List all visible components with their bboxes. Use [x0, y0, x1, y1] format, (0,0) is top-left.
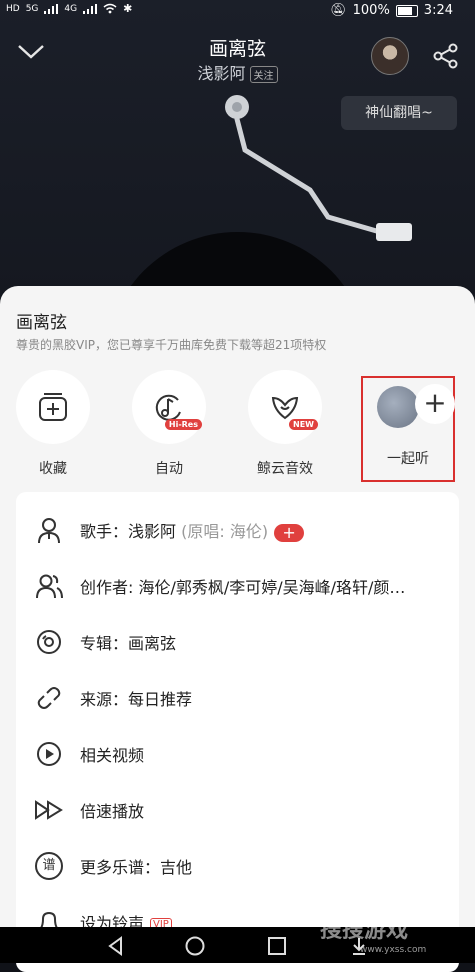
menu-item-label: 来源：每日推荐 [80, 690, 193, 709]
artist-name[interactable]: 浅影阿 [197, 64, 245, 83]
score-icon: 谱 [34, 851, 64, 881]
listen-together-avatar [377, 386, 419, 428]
singer-text: 歌手：浅影阿 [80, 522, 177, 541]
menu-item-video[interactable]: 相关视频 [16, 726, 459, 782]
collect-icon [39, 393, 67, 421]
menu-item-source[interactable]: 来源：每日推荐 [16, 670, 459, 726]
new-badge: NEW [289, 419, 318, 430]
battery-percent: 100% [352, 3, 390, 18]
menu-item-creators[interactable]: 创作者: 海伦/郭秀枫/李可婷/吴海峰/珞轩/颜… [16, 558, 459, 614]
song-options-menu: 歌手：浅影阿 (原唱: 海伦) + 创作者: 海伦/郭秀枫/李可婷/吴海峰/珞轩/… [16, 492, 459, 972]
wifi-icon [103, 3, 117, 14]
watermark-logo: 搜搜游戏 [320, 918, 409, 943]
status-signal-group: HD 5G 4G ✱ [6, 2, 132, 15]
menu-item-album[interactable]: 专辑：画离弦 [16, 614, 459, 670]
song-menu-sheet: 画离弦 尊贵的黑胶VIP，您已尊享千万曲库免费下载等超21项特权 收藏 Hi-R… [0, 286, 475, 972]
video-icon [34, 739, 64, 769]
hires-badge: Hi-Res [164, 419, 202, 430]
whale-sound-circle: NEW [248, 370, 322, 444]
menu-item-singer[interactable]: 歌手：浅影阿 (原唱: 海伦) + [16, 502, 459, 558]
sheet-title: 画离弦 [16, 313, 67, 333]
share-icon[interactable] [432, 42, 460, 70]
mute-icon: 🔕︎ [330, 3, 347, 18]
clock: 3:24 [423, 3, 453, 18]
4g-label: 4G [64, 3, 78, 14]
menu-item-score[interactable]: 谱 更多乐谱：吉他 [16, 838, 459, 894]
battery-icon [395, 4, 418, 17]
album-icon [34, 627, 64, 657]
collect-label: 收藏 [39, 461, 67, 477]
5g-label: 5G [25, 3, 39, 14]
menu-item-label: 创作者: 海伦/郭秀枫/李可婷/吴海峰/珞轩/颜… [80, 578, 406, 597]
recents-nav-icon[interactable] [266, 935, 288, 957]
speed-icon [34, 795, 64, 825]
menu-item-label: 歌手：浅影阿 (原唱: 海伦) + [80, 518, 305, 542]
audio-quality-button[interactable]: Hi-Res 自动 [124, 370, 214, 478]
status-right-group: 🔕︎ 100% 3:24 [330, 3, 453, 18]
audio-quality-label: 自动 [155, 461, 183, 477]
menu-item-label: 倍速播放 [80, 802, 145, 821]
source-icon [34, 683, 64, 713]
menu-item-label: 专辑：画离弦 [80, 634, 177, 653]
home-nav-icon[interactable] [184, 935, 206, 957]
status-bar: HD 5G 4G ✱ 🔕︎ 100% 3:24 [0, 0, 475, 22]
bluetooth-icon: ✱ [123, 2, 133, 15]
menu-item-speed[interactable]: 倍速播放 [16, 782, 459, 838]
listen-together-button[interactable]: + 一起听 [361, 376, 455, 482]
listen-together-plus-icon: + [415, 384, 455, 424]
score-glyph: 谱 [35, 852, 63, 880]
whale-sound-label: 鲸云音效 [257, 461, 313, 477]
hd-label: HD [6, 3, 20, 14]
whale-sound-button[interactable]: NEW 鲸云音效 [240, 370, 330, 478]
menu-item-label: 更多乐谱：吉他 [80, 858, 193, 877]
watermark-url: www.yxss.com [360, 945, 427, 955]
back-nav-icon[interactable] [105, 935, 127, 957]
follow-button[interactable]: 关注 [249, 66, 278, 83]
user-avatar[interactable] [371, 37, 409, 75]
signal-icon [44, 3, 59, 14]
menu-item-label: 相关视频 [80, 746, 145, 765]
follow-singer-button[interactable]: + [274, 523, 305, 542]
listen-together-label: 一起听 [387, 451, 429, 467]
vip-subtitle: 尊贵的黑胶VIP，您已尊享千万曲库免费下载等超21项特权 [16, 338, 327, 352]
original-singer-hint: (原唱: 海伦) [181, 522, 269, 541]
signal-icon-2 [83, 3, 98, 14]
audio-quality-circle: Hi-Res [132, 370, 206, 444]
collect-button[interactable]: 收藏 [8, 370, 98, 478]
collect-circle [16, 370, 90, 444]
singer-icon [34, 515, 64, 545]
creators-icon [34, 571, 64, 601]
